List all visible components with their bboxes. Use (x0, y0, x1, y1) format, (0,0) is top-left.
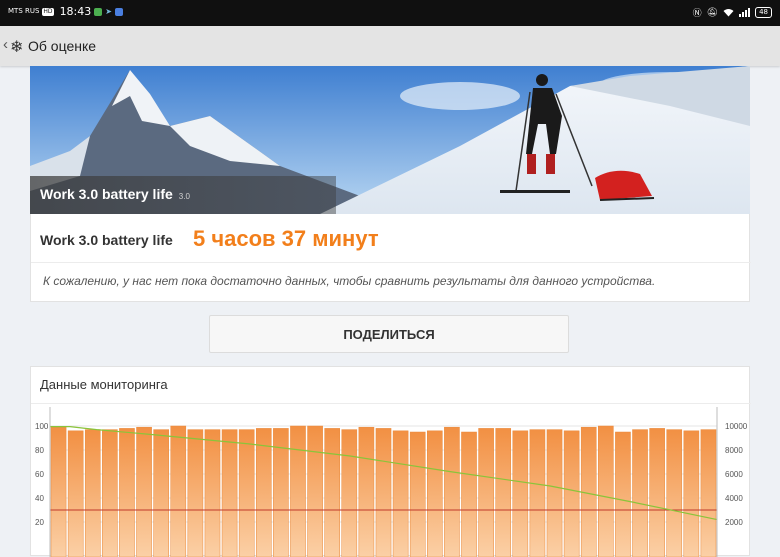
right-tick-label: 4000 (725, 494, 743, 503)
app-title: Об оценке (28, 38, 97, 54)
divider (31, 262, 751, 263)
data-bar (598, 425, 614, 557)
data-bar (461, 431, 477, 557)
monitoring-title: Данные мониторинга (40, 377, 168, 392)
left-tick-label: 40 (35, 494, 44, 503)
clock: 18:43 (59, 5, 92, 18)
hero-title: Work 3.0 battery life (40, 186, 173, 202)
right-tick-label: 8000 (725, 446, 743, 455)
left-tick-label: 20 (35, 518, 44, 527)
data-bar (67, 430, 84, 557)
data-bar (392, 430, 409, 557)
data-bar (409, 431, 426, 557)
data-bar (478, 428, 494, 557)
left-tick-label: 100 (35, 422, 49, 431)
data-bar (666, 429, 683, 557)
data-bar (700, 429, 717, 557)
data-bar (307, 425, 323, 557)
data-bar (444, 426, 460, 557)
data-bar (512, 430, 529, 557)
share-button[interactable]: ПОДЕЛИТЬСЯ (209, 315, 569, 353)
status-bar: MTS RUS HD 18:43 ➤ Ⓝ 🔕︎ 48 (0, 0, 780, 26)
left-tick-label: 60 (35, 470, 44, 479)
data-bar (221, 429, 238, 557)
data-bar (153, 429, 169, 557)
right-tick-label: 2000 (725, 518, 743, 527)
data-bar (187, 429, 204, 557)
signal-icon (739, 8, 751, 17)
data-bar (50, 426, 67, 557)
data-bar (102, 429, 118, 557)
right-tick-label: 6000 (725, 470, 743, 479)
snowflake-icon: ❄ (10, 39, 24, 56)
right-tick-label: 10000 (725, 422, 748, 431)
divider (31, 403, 751, 404)
result-note: К сожалению, у нас нет пока достаточно д… (43, 274, 656, 288)
data-bar (136, 426, 152, 557)
data-bar (119, 428, 135, 557)
nfc-icon: Ⓝ (692, 9, 702, 19)
mute-icon: 🔕︎ (706, 7, 719, 18)
data-bar (375, 428, 392, 557)
data-bar (495, 428, 512, 557)
data-bar (238, 429, 255, 557)
data-bar (546, 429, 563, 557)
app-bar: ‹ ❄ Об оценке (0, 26, 780, 66)
arrow-notification-icon: ➤ (105, 7, 112, 16)
data-bar (427, 430, 443, 557)
wifi-icon (723, 9, 734, 17)
hero-caption: Work 3.0 battery life 3.0 (30, 176, 336, 214)
data-bar (84, 429, 101, 557)
data-bar (341, 429, 358, 557)
data-bar (255, 428, 272, 557)
hero-banner: Work 3.0 battery life 3.0 (30, 66, 750, 214)
data-bar (632, 429, 648, 557)
result-value: 5 часов 37 минут (193, 226, 379, 251)
data-bar (204, 429, 221, 557)
back-arrow-icon[interactable]: ‹ (3, 36, 8, 53)
data-bar (683, 430, 700, 557)
app-notification-icon (94, 7, 103, 16)
data-bar (170, 425, 187, 557)
left-tick-label: 80 (35, 446, 44, 455)
data-bar (290, 425, 306, 557)
data-bar (615, 431, 631, 557)
data-bar (649, 428, 665, 557)
data-bar (563, 430, 580, 557)
data-bar (358, 426, 375, 557)
monitoring-chart: 20 40 60 80 100 2000 4000 6000 8000 10000 (35, 407, 748, 557)
hero-version: 3.0 (178, 192, 190, 201)
result-label: Work 3.0 battery life (40, 232, 173, 248)
message-notification-icon (114, 7, 123, 16)
monitoring-card: Данные мониторинга 20 40 60 80 100 2000 4000 60… (30, 366, 751, 557)
network-badge: HD (42, 7, 54, 16)
data-bar (529, 429, 546, 557)
carrier-name: MTS RUS (8, 7, 40, 15)
data-bar (324, 428, 340, 557)
battery-indicator: 48 (755, 7, 772, 18)
result-card: Work 3.0 battery life 5 часов 37 минут К… (30, 214, 751, 302)
